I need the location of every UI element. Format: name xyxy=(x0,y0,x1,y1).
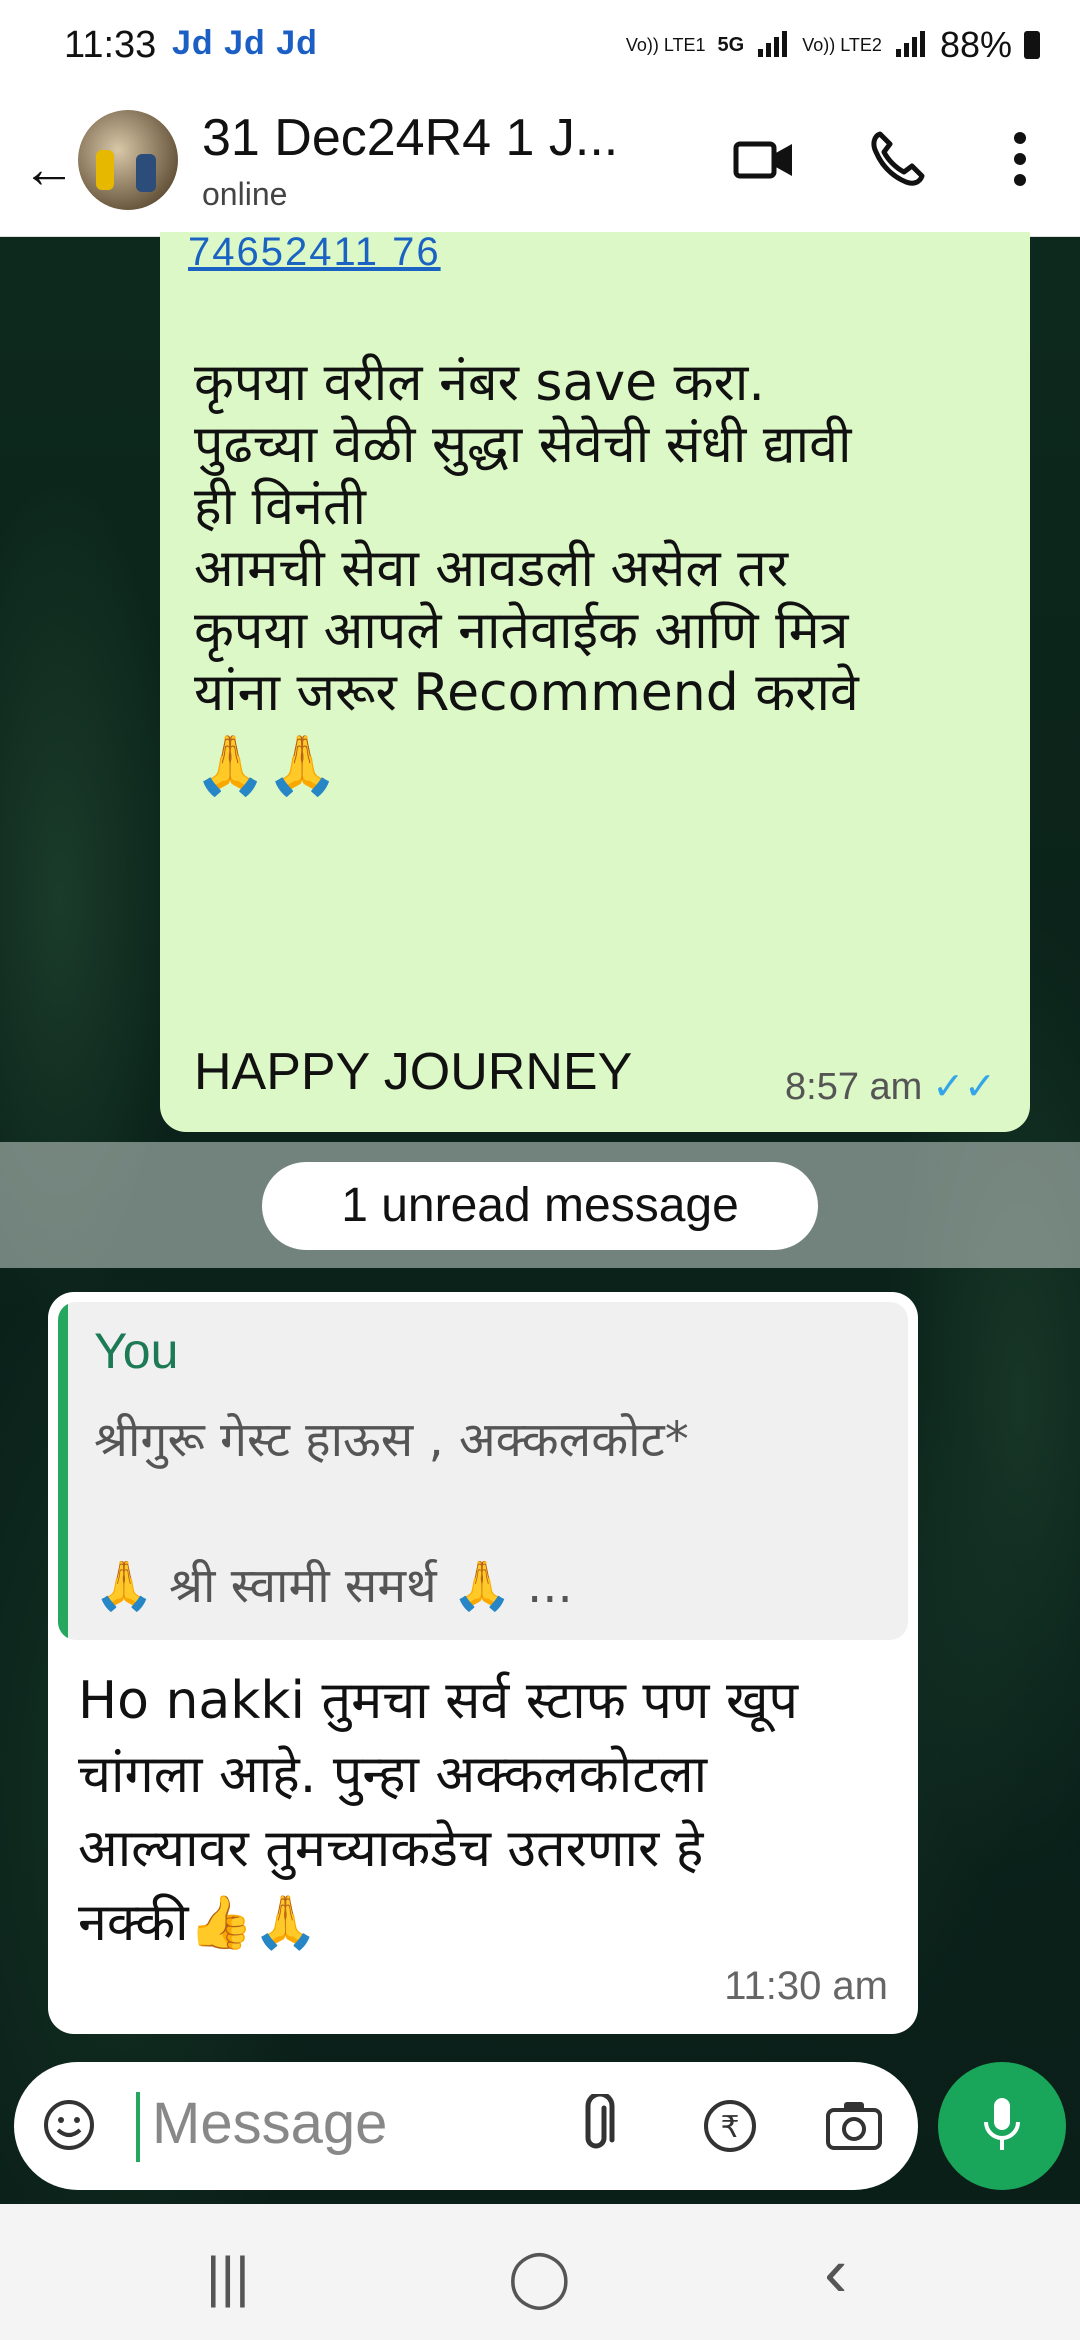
message-line: Ho nakki तुमचा सर्व स्टाफ पण खूप xyxy=(78,1671,799,1731)
message-line: नक्की👍🙏 xyxy=(78,1893,319,1953)
microphone-icon xyxy=(984,2098,1020,2150)
message-line: ही विनंती xyxy=(194,477,366,537)
read-receipt-icon: ✓✓ xyxy=(932,1066,996,1108)
unread-message-label: 1 unread message xyxy=(262,1162,818,1250)
signal-icon xyxy=(758,31,788,57)
message-line: कृपया वरील नंबर save करा. xyxy=(194,353,765,413)
message-line: चांगला आहे. पुन्हा अक्कलकोटला xyxy=(78,1745,708,1805)
chat-title[interactable]: 31 Dec24R4 1 J... xyxy=(202,108,618,168)
message-input[interactable]: Message xyxy=(152,2090,387,2157)
incoming-message-text: Ho nakki तुमचा सर्व स्टाफ पण खूप चांगला … xyxy=(78,1664,898,1960)
quote-accent-bar xyxy=(58,1302,68,1640)
message-line: यांना जरूर Recommend करावे xyxy=(194,663,859,723)
status-time: 11:33 xyxy=(64,24,157,66)
quote-author: You xyxy=(94,1323,179,1379)
chat-header: ← 31 Dec24R4 1 J... online xyxy=(0,100,1080,237)
timestamp-text: 8:57 am xyxy=(785,1066,923,1108)
outgoing-footer-text: HAPPY JOURNEY xyxy=(194,1043,633,1101)
signal-icon-2 xyxy=(895,31,925,57)
avatar[interactable] xyxy=(78,110,178,210)
message-line: पुढच्या वेळी सुद्धा सेवेची संधी द्यावी xyxy=(194,415,852,475)
attach-icon[interactable] xyxy=(574,2094,618,2158)
status-indicators: Vo)) LTE1 5G Vo)) LTE2 88% xyxy=(626,24,1040,66)
nav-back-button[interactable]: ‹ xyxy=(824,2232,847,2312)
message-timestamp: 8:57 am ✓✓ xyxy=(785,1064,996,1109)
outgoing-message-bubble[interactable]: 74652411 76 कृपया वरील नंबर save करा. पु… xyxy=(160,230,1030,1132)
more-options-icon[interactable] xyxy=(985,124,1055,194)
network-lte1-label: Vo)) LTE1 xyxy=(625,35,706,55)
battery-percent: 88% xyxy=(939,24,1012,65)
video-call-icon[interactable] xyxy=(730,124,800,194)
message-line: आल्यावर तुमच्याकडेच उतरणार हे xyxy=(78,1819,704,1879)
status-bar: 11:33 Jd Jd Jd Vo)) LTE1 5G Vo)) LTE2 88… xyxy=(0,0,1080,100)
quote-text: 🙏 श्री स्वामी समर्थ 🙏 ... xyxy=(94,1558,573,1614)
recents-button[interactable]: ||| xyxy=(206,2244,250,2309)
message-line: कृपया आपले नातेवाईक आणि मित्र xyxy=(194,601,849,661)
payment-rupee-icon[interactable]: ₹ xyxy=(700,2096,760,2156)
status-app-icons: Jd Jd Jd xyxy=(172,24,318,62)
home-button[interactable]: ◯ xyxy=(508,2244,571,2310)
network-lte2-label: Vo)) LTE2 xyxy=(802,35,882,55)
phone-number-link[interactable]: 74652411 76 xyxy=(188,230,441,275)
quote-text: श्रीगुरू गेस्ट हाऊस , अक्कलकोट* xyxy=(94,1412,689,1468)
emoji-sticker-icon[interactable] xyxy=(42,2098,96,2152)
battery-icon xyxy=(1024,31,1040,59)
text-cursor xyxy=(136,2092,140,2162)
back-arrow-icon[interactable]: ← xyxy=(22,138,76,200)
outgoing-message-text: कृपया वरील नंबर save करा. पुढच्या वेळी स… xyxy=(194,352,994,796)
network-5g-label: 5G xyxy=(717,34,745,56)
phone-call-icon[interactable] xyxy=(862,124,932,194)
message-timestamp: 11:30 am xyxy=(724,1964,888,2008)
chat-status: online xyxy=(202,176,288,212)
message-line: आमची सेवा आवडली असेल तर xyxy=(194,539,789,599)
quoted-reply[interactable]: You श्रीगुरू गेस्ट हाऊस , अक्कलकोट* 🙏 श्… xyxy=(58,1302,908,1640)
svg-text:₹: ₹ xyxy=(720,2110,739,2145)
voice-message-button[interactable] xyxy=(938,2062,1066,2190)
message-composer[interactable]: Message ₹ xyxy=(14,2062,918,2190)
incoming-message-bubble[interactable]: You श्रीगुरू गेस्ट हाऊस , अक्कलकोट* 🙏 श्… xyxy=(48,1292,918,2034)
camera-icon[interactable] xyxy=(824,2098,884,2154)
system-navigation-bar: ||| ◯ ‹ xyxy=(0,2204,1080,2340)
folded-hands-emoji: 🙏🙏 xyxy=(194,731,339,799)
